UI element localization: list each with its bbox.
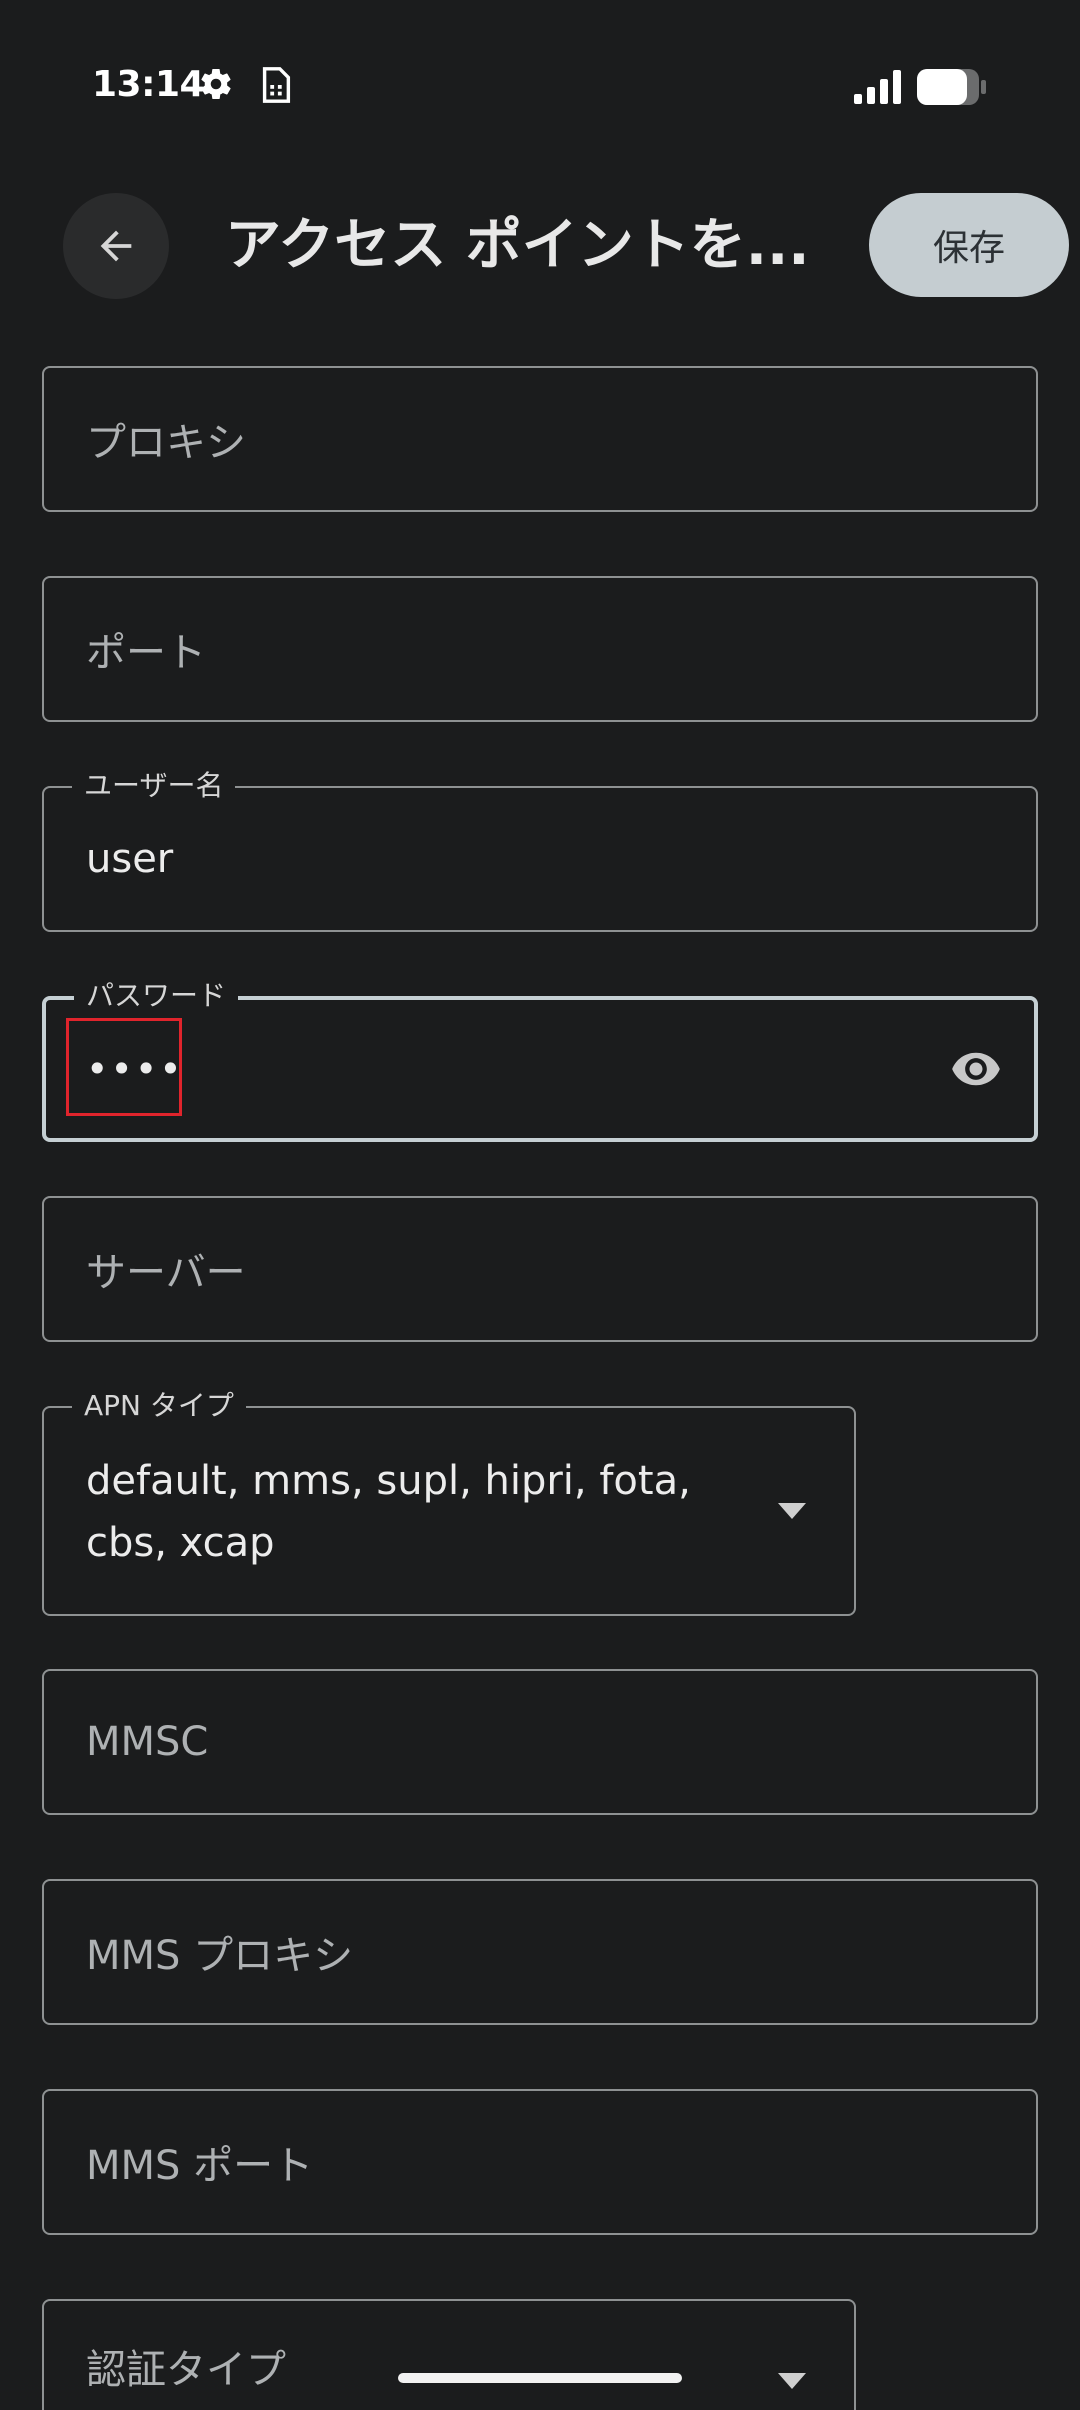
- password-field[interactable]: パスワード ••••: [42, 979, 1038, 1142]
- apn-edit-screen: 13:14 アクセス ポイントを... 保存 プロキシ ポート ユーザー名 us…: [0, 0, 1080, 2410]
- apn-type-value-line2: cbs, xcap: [86, 1520, 275, 1566]
- page-title: アクセス ポイントを...: [225, 213, 805, 278]
- proxy-field[interactable]: プロキシ: [42, 366, 1038, 512]
- port-placeholder: ポート: [86, 630, 206, 676]
- gear-icon: [198, 66, 234, 106]
- back-button[interactable]: [63, 193, 169, 299]
- apn-type-value-line1: default, mms, supl, hipri, fota,: [86, 1458, 691, 1504]
- server-field[interactable]: サーバー: [42, 1196, 1038, 1342]
- apn-type-value: default, mms, supl, hipri, fota, cbs, xc…: [86, 1450, 746, 1574]
- mmsc-field[interactable]: MMSC: [42, 1669, 1038, 1815]
- mms-proxy-placeholder: MMS プロキシ: [86, 1933, 354, 1979]
- dropdown-arrow-icon: [778, 1503, 806, 1519]
- arrow-back-icon: [100, 230, 132, 262]
- sim-card-icon: [260, 66, 292, 108]
- mms-port-field[interactable]: MMS ポート: [42, 2089, 1038, 2235]
- mms-port-placeholder: MMS ポート: [86, 2143, 314, 2189]
- save-button[interactable]: 保存: [869, 193, 1069, 297]
- apn-type-dropdown[interactable]: APN タイプ default, mms, supl, hipri, fota,…: [42, 1389, 856, 1616]
- dropdown-arrow-icon: [778, 2373, 806, 2389]
- port-field[interactable]: ポート: [42, 576, 1038, 722]
- password-highlight-box: [66, 1018, 182, 1116]
- proxy-placeholder: プロキシ: [86, 420, 246, 466]
- eye-icon[interactable]: [946, 1043, 1006, 1099]
- status-bar: 13:14: [0, 0, 1080, 170]
- server-placeholder: サーバー: [86, 1250, 246, 1296]
- battery-icon: [916, 68, 988, 110]
- mmsc-placeholder: MMSC: [86, 1719, 209, 1765]
- username-value: user: [86, 836, 174, 882]
- cell-signal-icon: [854, 70, 902, 108]
- username-field[interactable]: ユーザー名 user: [42, 769, 1038, 932]
- apn-type-label: APN タイプ: [72, 1389, 246, 1423]
- auth-type-placeholder: 認証タイプ: [86, 2347, 286, 2393]
- mms-proxy-field[interactable]: MMS プロキシ: [42, 1879, 1038, 2025]
- status-time: 13:14: [92, 64, 205, 105]
- home-indicator[interactable]: [398, 2373, 682, 2383]
- auth-type-dropdown[interactable]: 認証タイプ: [42, 2299, 856, 2410]
